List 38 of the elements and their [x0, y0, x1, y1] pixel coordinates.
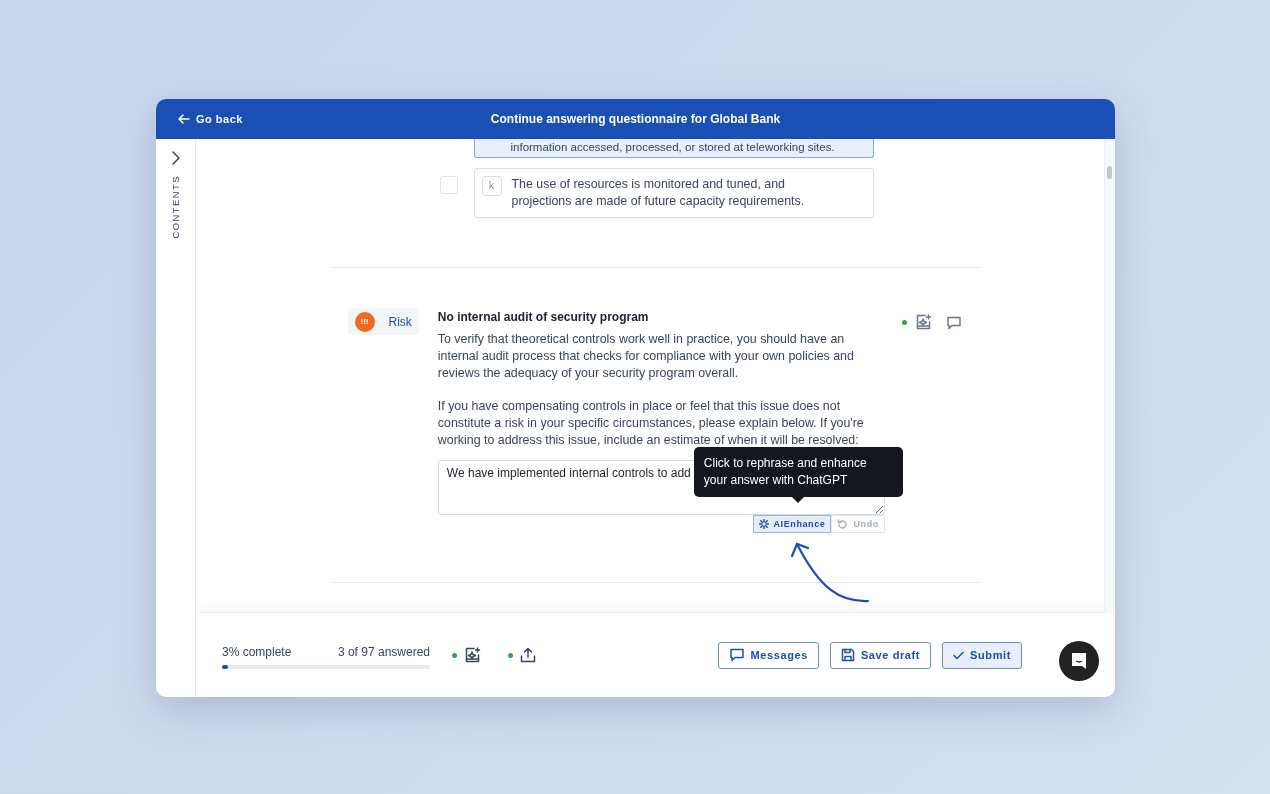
comment-icon[interactable] [945, 314, 962, 331]
checkbox[interactable] [439, 176, 458, 194]
option-card[interactable]: information accessed, processed, or stored at teleworking sites. [473, 139, 874, 158]
question-text: To verify that theoretical controls work well in practice, you should have an internal audit process that checks for compliance with your own policies and reviews the adequacy of your security program overall. [437, 331, 855, 382]
scrollbar-thumb[interactable] [1107, 166, 1112, 179]
question-title: No internal audit of security program [437, 310, 650, 324]
option-card[interactable]: k The use of resources is monitored and tuned, and projections are made of future capacity requirements. [473, 168, 874, 218]
chevron-right-icon[interactable] [170, 151, 181, 165]
back-arrow-icon [178, 113, 190, 125]
ai-sparkle-icon[interactable] [464, 646, 481, 664]
status-dot [508, 652, 513, 658]
submit-button[interactable]: Submit [942, 641, 1022, 669]
upload-icon[interactable] [520, 647, 536, 663]
status-dot [452, 652, 457, 658]
tooltip-pointer [792, 497, 805, 503]
contents-label[interactable]: CONTENTS [169, 175, 182, 239]
question-text: If you have compensating controls in place or feel that this issue does not constitute a risk in your specific circumstances, please explain below. If you're working to address this issue, include an estimate of when it will be resolved: [437, 398, 865, 449]
undo-icon [837, 518, 849, 530]
answered-count: 3 of 97 answered [337, 645, 430, 659]
chat-bubble-icon [1070, 652, 1088, 670]
status-dot [901, 320, 907, 325]
option-text: The use of resources is monitored and tuned, and projections are made of future capacity requirements. [511, 176, 806, 210]
progress-label: 3% complete [222, 645, 292, 659]
messages-button[interactable]: Messages [717, 641, 819, 669]
sparkle-icon [758, 519, 769, 529]
option-letter: k [481, 176, 502, 196]
save-button[interactable]: Save draft [829, 641, 932, 669]
risk-label: Risk [388, 314, 412, 329]
chat-launcher-button[interactable] [1059, 641, 1099, 681]
ai-enhance-button[interactable]: AIEnhance [752, 515, 832, 533]
checkmark-icon [953, 650, 965, 660]
go-back-button[interactable]: Go back [174, 109, 247, 129]
tooltip: Click to rephrase and enhance your answer with ChatGPT [693, 447, 903, 497]
speech-bubble-icon [728, 647, 745, 663]
option-text: information accessed, processed, or stored at teleworking sites. [510, 140, 835, 155]
window-title: Continue answering questionnaire for Global Bank [490, 112, 781, 126]
ai-sparkle-icon[interactable] [914, 314, 932, 331]
risk-icon: !!! [354, 311, 375, 332]
